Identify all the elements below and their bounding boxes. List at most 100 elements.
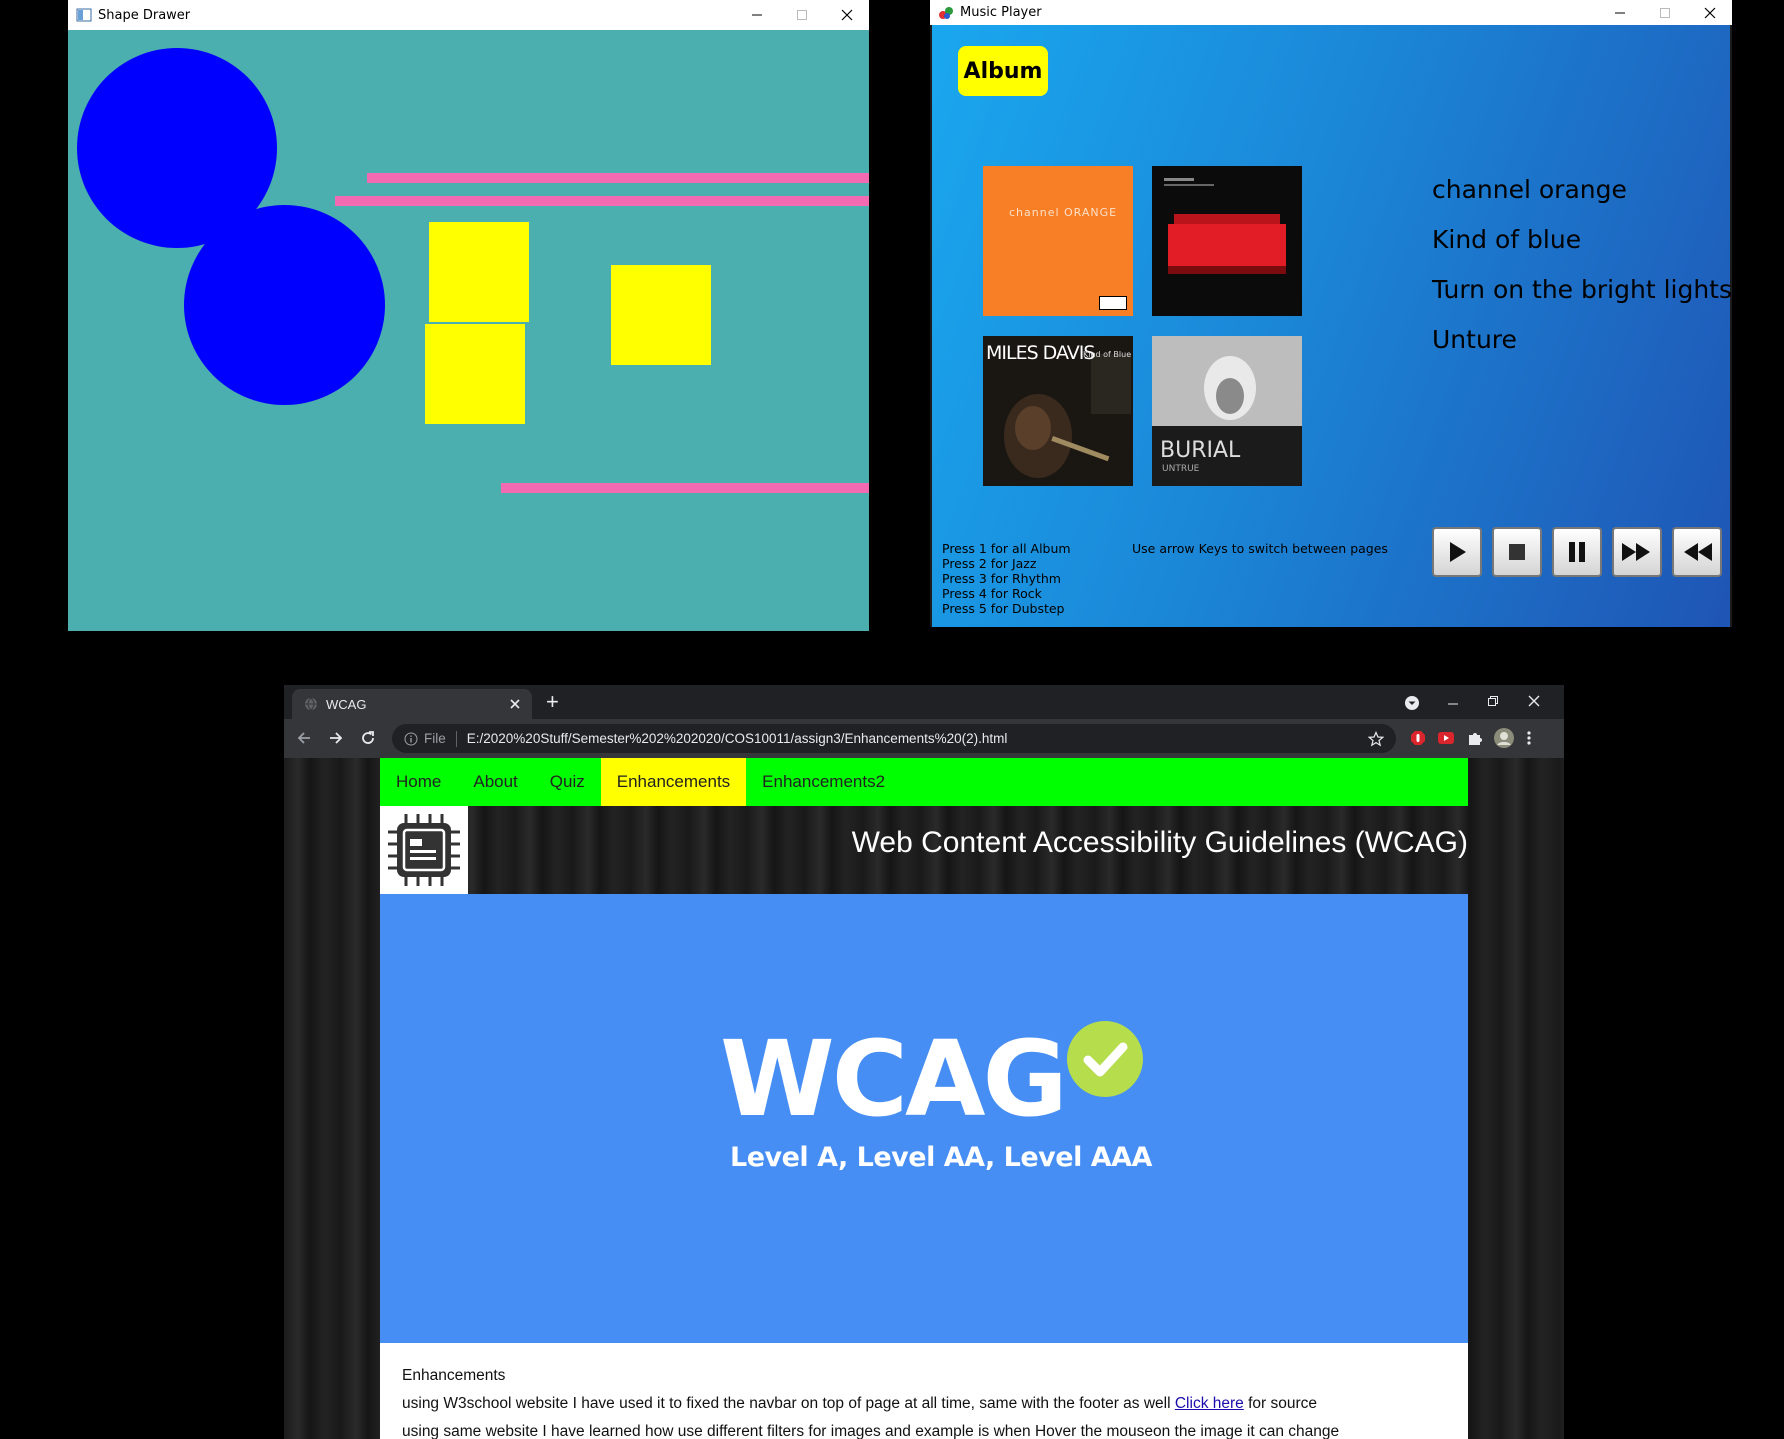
close-tab-icon[interactable] [510, 699, 520, 709]
address-bar[interactable]: File E:/2020%20Stuff/Semester%202%202020… [392, 724, 1396, 753]
navbar: Home About Quiz Enhancements Enhancement… [380, 758, 1468, 806]
site-header: Web Content Accessibility Guidelines (WC… [380, 806, 1468, 894]
maximize-icon[interactable] [779, 0, 824, 30]
drawing-canvas[interactable] [68, 30, 869, 631]
extension-video-icon[interactable] [1438, 731, 1454, 750]
minimize-icon[interactable] [1597, 0, 1642, 25]
paragraph-text: using W3school website I have used it to… [402, 1395, 1171, 1412]
pause-icon [1569, 542, 1585, 562]
scheme-label: File [424, 731, 446, 746]
rectangle-shape[interactable] [611, 265, 711, 365]
window-title: Shape Drawer [98, 7, 191, 23]
circle-shape[interactable] [184, 205, 385, 405]
music-player-body: Album channel ORANGE MILES DAVIS Kind of… [930, 25, 1732, 627]
shape-drawer-titlebar[interactable]: Shape Drawer [68, 0, 869, 30]
site-logo[interactable] [380, 806, 468, 894]
stop-button[interactable] [1492, 527, 1542, 577]
line-shape[interactable] [335, 196, 869, 206]
track-item[interactable]: channel orange [1432, 175, 1627, 204]
content-paragraph: using W3school website I have used it to… [402, 1395, 1446, 1413]
track-item[interactable]: Turn on the bright lights [1432, 275, 1732, 304]
extensions-puzzle-icon[interactable] [1467, 730, 1483, 751]
fast-forward-icon [1622, 543, 1650, 561]
help-line: Press 4 for Rock [942, 586, 1042, 601]
cover-title: BURIAL [1160, 438, 1241, 463]
arrow-keys-hint: Use arrow Keys to switch between pages [1132, 541, 1388, 556]
paragraph-suffix: for source [1248, 1395, 1318, 1412]
kind-of-blue-cover[interactable]: MILES DAVIS Kind of Blue [983, 336, 1133, 486]
minimize-icon[interactable] [734, 0, 779, 30]
tab-strip: WCAG + [284, 685, 1564, 719]
window-app-icon [76, 7, 92, 23]
turn-on-the-bright-lights-cover[interactable] [1152, 166, 1302, 316]
close-icon[interactable] [824, 0, 869, 30]
cover-title: MILES DAVIS [986, 342, 1095, 364]
track-item[interactable]: Kind of blue [1432, 225, 1581, 254]
star-icon[interactable] [1368, 730, 1384, 747]
channel-orange-cover[interactable]: channel ORANGE [983, 166, 1133, 316]
wcag-levels-text: Level A, Level AA, Level AAA [730, 1142, 1152, 1173]
music-app-icon [938, 5, 954, 21]
globe-icon [304, 697, 318, 711]
close-icon[interactable] [1687, 0, 1732, 25]
line-shape[interactable] [367, 173, 869, 183]
rewind-button[interactable] [1672, 527, 1722, 577]
shape-drawer-window: Shape Drawer [68, 0, 869, 631]
content-section: Enhancements using W3school website I ha… [380, 1343, 1468, 1439]
profile-avatar[interactable] [1494, 728, 1514, 753]
rectangle-shape[interactable] [425, 324, 525, 424]
album-button[interactable]: Album [958, 46, 1048, 96]
extension-adblock-icon[interactable] [1410, 730, 1426, 751]
source-link[interactable]: Click here [1175, 1395, 1244, 1412]
restore-icon[interactable] [1487, 694, 1499, 712]
advisory-label [1099, 296, 1127, 310]
url-text[interactable]: E:/2020%20Stuff/Semester%202%202020/COS1… [467, 731, 1368, 746]
rectangle-shape[interactable] [429, 222, 529, 322]
minimize-icon[interactable] [1447, 697, 1459, 715]
chip-icon [388, 814, 460, 886]
content-heading: Enhancements [402, 1367, 506, 1384]
pause-button[interactable] [1552, 527, 1602, 577]
line-shape[interactable] [501, 483, 869, 493]
nav-enhancements2[interactable]: Enhancements2 [746, 758, 901, 806]
cover-title: channel ORANGE [1009, 206, 1118, 219]
tab-wcag[interactable]: WCAG [292, 689, 532, 719]
untrue-cover[interactable]: BURIAL UNTRUE [1152, 336, 1302, 486]
back-icon[interactable] [296, 730, 312, 751]
window-title: Music Player [960, 5, 1042, 20]
rewind-icon [1684, 543, 1712, 561]
web-page: Home About Quiz Enhancements Enhancement… [284, 758, 1564, 1439]
maximize-icon[interactable] [1642, 0, 1687, 25]
cover-subtitle: UNTRUE [1162, 464, 1200, 474]
content-paragraph-2: using same website I have learned how us… [402, 1423, 1340, 1439]
forward-icon[interactable] [328, 730, 344, 751]
cover-art [1164, 178, 1286, 274]
help-line: Press 1 for all Album [942, 541, 1071, 556]
browser-window: WCAG + File E:/2020%20Stuff/Semester%202… [284, 685, 1564, 1439]
browser-toolbar: File E:/2020%20Stuff/Semester%202%202020… [284, 719, 1564, 758]
nav-home[interactable]: Home [380, 758, 457, 806]
tab-search-icon[interactable] [1404, 695, 1420, 716]
wcag-logo: WCAG Level A, Level AA, Level AAA [720, 1018, 1152, 1194]
reload-icon[interactable] [360, 730, 376, 751]
nav-enhancements[interactable]: Enhancements [600, 758, 747, 806]
help-text: Press 1 for all Album Press 2 for Jazz P… [942, 541, 1071, 616]
close-icon[interactable] [1528, 694, 1540, 712]
fast-forward-button[interactable] [1612, 527, 1662, 577]
nav-quiz[interactable]: Quiz [534, 758, 601, 806]
play-button[interactable] [1432, 527, 1482, 577]
play-icon [1450, 542, 1466, 562]
help-line: Press 2 for Jazz [942, 556, 1037, 571]
site-title: Web Content Accessibility Guidelines (WC… [851, 826, 1468, 859]
nav-about[interactable]: About [457, 758, 533, 806]
wcag-logo-text: WCAG [720, 1018, 1068, 1140]
hero-banner: WCAG Level A, Level AA, Level AAA [380, 894, 1468, 1343]
tab-title: WCAG [326, 696, 367, 712]
cover-subtitle: Kind of Blue [1083, 350, 1132, 359]
help-line: Press 5 for Dubstep [942, 601, 1065, 616]
menu-kebab-icon[interactable] [1526, 730, 1532, 751]
info-icon[interactable] [404, 732, 418, 746]
track-item[interactable]: Unture [1432, 325, 1517, 354]
music-player-titlebar[interactable]: Music Player [930, 0, 1732, 25]
new-tab-button[interactable]: + [546, 689, 559, 715]
